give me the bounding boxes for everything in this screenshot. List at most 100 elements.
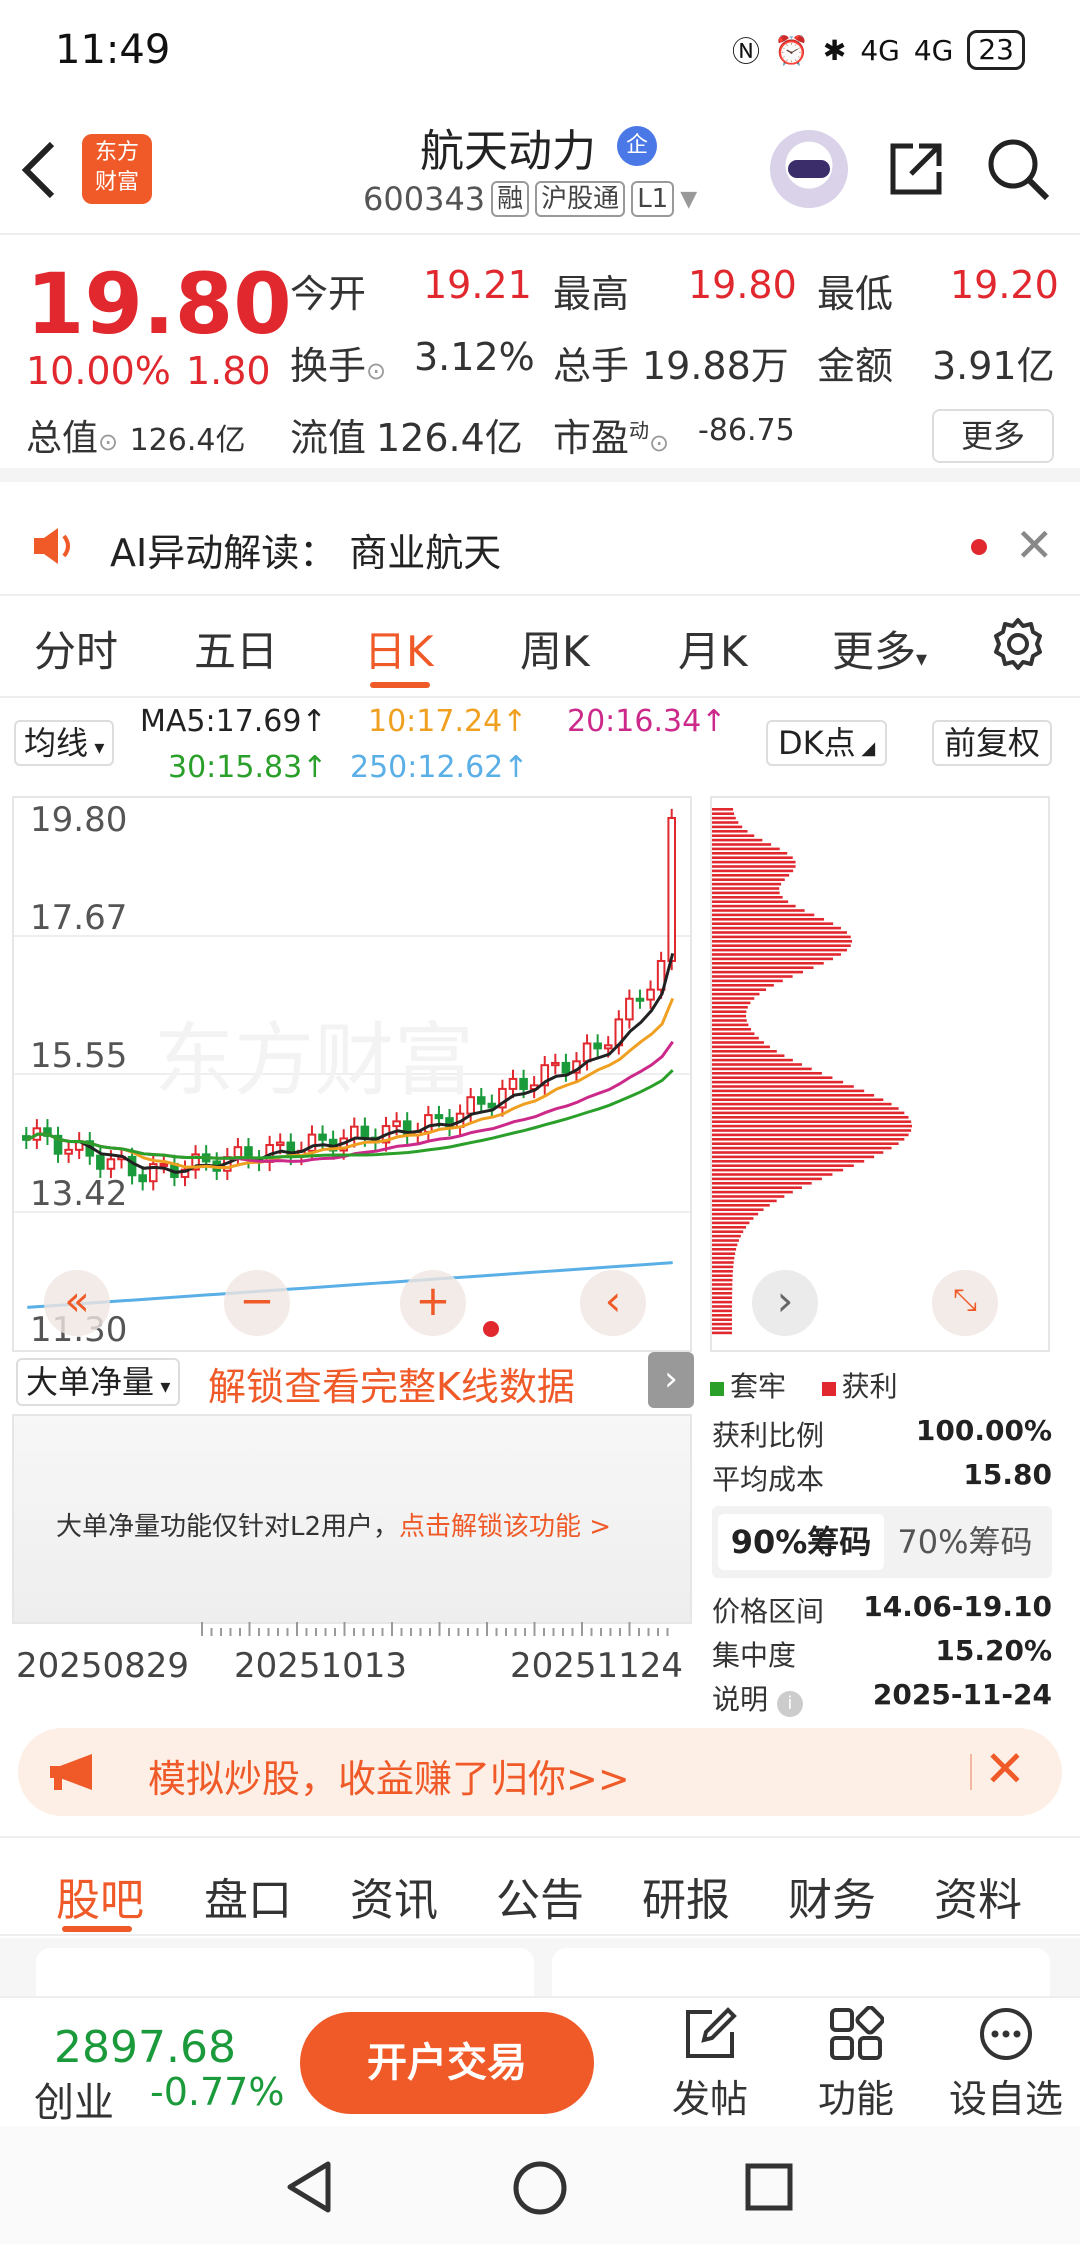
candle <box>64 1148 73 1155</box>
chip-bar <box>712 1164 854 1167</box>
chip-bar <box>712 1089 865 1093</box>
chip-bar <box>712 1098 884 1101</box>
chip-bar <box>712 1058 793 1062</box>
chip-bar <box>712 1287 733 1291</box>
ai-robot-icon[interactable] <box>770 130 848 208</box>
chip-bar <box>712 1041 764 1044</box>
expand-right-button[interactable]: › <box>648 1352 694 1408</box>
index-value[interactable]: 2897.68 <box>54 2022 236 2073</box>
chip-bar <box>712 979 783 983</box>
tab-news[interactable]: 资讯 <box>350 1864 438 1928</box>
unread-dot <box>971 539 987 555</box>
nav-recents-icon[interactable] <box>744 2162 794 2212</box>
tab-daily-k[interactable]: 日K <box>364 618 434 679</box>
sim-trade-banner[interactable]: 模拟炒股，收益赚了归你>> ✕ <box>18 1728 1062 1816</box>
chip-bar <box>712 935 851 939</box>
ai-alert-bar[interactable]: AI异动解读： 商业航天 ✕ <box>0 496 1080 596</box>
l2-message: 大单净量功能仅针对L2用户，点击解锁该功能 > <box>56 1512 612 1542</box>
x-tick-2: 20251124 <box>510 1646 684 1686</box>
current-price: 19.80 <box>26 255 292 353</box>
tab-pankou[interactable]: 盘口 <box>204 1864 292 1928</box>
chip-bar <box>712 1204 770 1207</box>
content-card[interactable] <box>552 1948 1050 1996</box>
tab-70-chips[interactable]: 70%筹码 <box>882 1514 1048 1570</box>
ma-select[interactable]: 均线 ▾ <box>14 720 115 766</box>
ma-legend: 均线 ▾ MA5:17.69↑ 10:17.24↑ 20:16.34↑ 30:1… <box>0 700 1080 795</box>
stock-code: 600343 <box>363 180 486 218</box>
kline-chart[interactable]: 东方财富 19.80 17.67 15.55 13.42 11.30 « − +… <box>12 796 692 1352</box>
sub-tab-underline <box>62 1926 132 1932</box>
stock-name: 航天动力 <box>420 126 596 177</box>
fast-back-button[interactable]: « <box>44 1270 110 1336</box>
zoom-out-button[interactable]: − <box>224 1270 290 1336</box>
chip-bar <box>712 913 815 917</box>
post-button[interactable]: 发帖 <box>650 2006 770 2123</box>
function-button[interactable]: 功能 <box>796 2006 916 2123</box>
page-dot <box>483 1321 499 1337</box>
unlock-kline-link[interactable]: 解锁查看完整K线数据 <box>208 1356 575 1411</box>
chip-bar <box>712 1142 899 1145</box>
grid-icon <box>830 2006 884 2060</box>
chip-bar <box>712 940 853 943</box>
nav-back-icon[interactable] <box>284 2160 334 2214</box>
chip-bar <box>712 962 824 965</box>
tab-announcements[interactable]: 公告 <box>496 1864 584 1928</box>
close-icon[interactable]: ✕ <box>1015 518 1054 572</box>
chip-bar <box>712 852 788 855</box>
search-icon[interactable] <box>985 136 1051 202</box>
chip-bar <box>712 909 805 912</box>
chip-bar <box>712 1270 733 1273</box>
open-value: 19.21 <box>423 263 532 307</box>
add-watchlist-button[interactable]: 设自选 <box>946 2006 1066 2123</box>
stock-code-row[interactable]: 600343 融 沪股通 L1 ▼ <box>363 180 697 218</box>
chip-bar <box>712 1199 777 1203</box>
tab-guba[interactable]: 股吧 <box>56 1864 144 1928</box>
l2-unlock-link[interactable]: 点击解锁该功能 > <box>399 1512 611 1542</box>
tab-90-chips[interactable]: 90%筹码 <box>718 1514 884 1570</box>
next-button[interactable]: › <box>752 1270 818 1336</box>
turnover-label: 换手⊙ <box>290 344 387 388</box>
zoom-in-button[interactable]: + <box>400 1270 466 1336</box>
high-label: 最高 <box>553 272 630 316</box>
nfc-icon: Ⓝ <box>731 35 760 68</box>
back-button[interactable] <box>18 138 78 208</box>
pe-value: -86.75 <box>698 413 795 448</box>
chip-bar <box>712 1265 734 1269</box>
chip-bar <box>712 816 736 820</box>
expand-icon[interactable]: ⤡ <box>932 1270 998 1336</box>
more-button[interactable]: 更多 <box>932 409 1054 463</box>
content-card[interactable] <box>36 1948 534 1996</box>
tab-monthly-k[interactable]: 月K <box>678 618 748 679</box>
open-account-button[interactable]: 开户交易 <box>300 2012 594 2114</box>
tab-research[interactable]: 研报 <box>642 1864 730 1928</box>
high-value: 19.80 <box>688 263 797 307</box>
tab-five-day[interactable]: 五日 <box>194 618 278 679</box>
candle <box>233 1146 243 1159</box>
watermark: 东方财富 <box>154 1014 474 1107</box>
separator <box>970 1754 972 1790</box>
info-icon[interactable]: i <box>776 1691 803 1717</box>
ma5-label: MA5:17.69↑ <box>140 704 327 739</box>
tab-timeshare[interactable]: 分时 <box>34 618 118 679</box>
chip-distribution-chart[interactable]: › ⤡ <box>710 796 1050 1352</box>
chip-bar <box>712 1006 748 1009</box>
chip-bar <box>712 1173 833 1176</box>
content-cards-peek <box>0 1938 1080 1996</box>
adjust-button[interactable]: 前复权 <box>932 720 1053 766</box>
gear-icon[interactable] <box>990 616 1046 672</box>
prev-button[interactable]: ‹ <box>580 1270 646 1336</box>
tab-more[interactable]: 更多▾ <box>832 618 927 679</box>
share-icon[interactable] <box>885 138 947 200</box>
tab-profile[interactable]: 资料 <box>934 1864 1022 1928</box>
chip-bar <box>712 1208 764 1211</box>
dk-point-button[interactable]: DK点 ◢ <box>766 720 888 766</box>
tab-weekly-k[interactable]: 周K <box>520 618 590 679</box>
indicator-select[interactable]: 大单净量 ▾ <box>16 1358 181 1406</box>
candle <box>106 1158 116 1170</box>
tab-finance[interactable]: 财务 <box>788 1864 876 1928</box>
candle <box>667 817 677 962</box>
close-icon[interactable]: ✕ <box>984 1740 1026 1798</box>
chip-bar <box>712 1080 844 1084</box>
chip-bar <box>712 1045 770 1049</box>
nav-home-icon[interactable] <box>512 2160 568 2216</box>
